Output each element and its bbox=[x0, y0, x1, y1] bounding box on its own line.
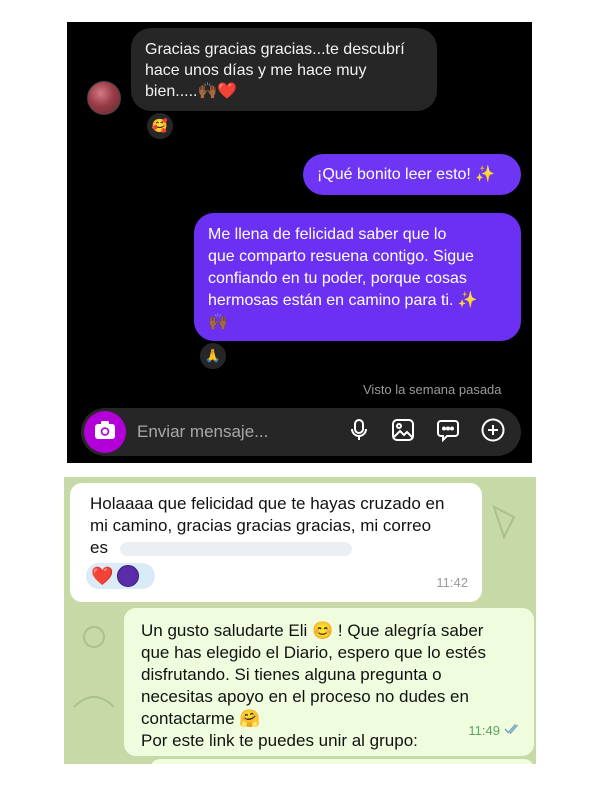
message-line: Holaaaa que felicidad que te hayas cruza… bbox=[90, 494, 445, 513]
message-line: contactarme 🤗 bbox=[141, 709, 261, 728]
message-input[interactable]: Enviar mensaje... bbox=[137, 408, 268, 456]
message-meta: 11:49 bbox=[468, 720, 522, 742]
message-text: ¡Qué bonito leer esto! ✨ bbox=[317, 166, 496, 183]
reaction-emoji: 🥰 bbox=[151, 118, 169, 133]
outgoing-message-bubble[interactable]: Me llena de felicidad saber que lo que c… bbox=[194, 213, 521, 341]
image-icon bbox=[391, 418, 415, 447]
reaction-emoji: 🙏 bbox=[204, 348, 222, 363]
message-line: hermosas están en camino para ti. ✨ bbox=[208, 292, 478, 309]
purple-circle-reaction bbox=[117, 565, 140, 587]
message-reaction[interactable]: 🥰 bbox=[145, 111, 175, 141]
camera-icon bbox=[94, 420, 116, 445]
microphone-button[interactable] bbox=[347, 418, 371, 447]
camera-button[interactable] bbox=[84, 411, 126, 453]
plus-icon bbox=[481, 418, 505, 447]
message-line: que has elegido el Diario, espero que lo… bbox=[141, 643, 486, 662]
message-line: hace unos días y me hace muy bbox=[145, 62, 367, 79]
message-line: Me llena de felicidad saber que lo bbox=[208, 226, 447, 243]
message-line: necesitas apoyo en el proceso no dudes e… bbox=[141, 687, 469, 706]
message-line: disfrutando. Si tienes alguna pregunta o bbox=[141, 665, 442, 684]
message-reaction[interactable]: 🙏 bbox=[198, 341, 228, 371]
message-line: mi camino, gracias gracias gracias, mi c… bbox=[90, 516, 432, 535]
message-line: confiando en tu poder, porque cosas bbox=[208, 270, 467, 287]
heart-reaction: ❤️ bbox=[91, 566, 114, 586]
message-composer: Enviar mensaje... bbox=[81, 408, 521, 456]
seen-status: Visto la semana pasada bbox=[363, 382, 502, 397]
message-line: que comparto resuena contigo. Sigue bbox=[208, 248, 474, 265]
outgoing-message-bubble[interactable]: Un gusto saludarte Eli 😊 ! Que alegría s… bbox=[124, 608, 534, 756]
sticker-icon bbox=[436, 418, 460, 447]
message-reactions[interactable]: ❤️ bbox=[86, 563, 155, 589]
outgoing-message-bubble[interactable]: ¡Qué bonito leer esto! ✨ bbox=[303, 154, 521, 195]
double-check-icon bbox=[504, 720, 522, 742]
whatsapp-chat-panel: Holaaaa que felicidad que te hayas cruza… bbox=[64, 477, 536, 764]
message-timestamp: 11:49 bbox=[468, 723, 500, 738]
more-options-button[interactable] bbox=[481, 418, 505, 447]
message-line: Un gusto saludarte Eli 😊 ! Que alegría s… bbox=[141, 621, 484, 640]
microphone-icon bbox=[349, 418, 369, 447]
message-line: 🙌🏾 bbox=[208, 314, 228, 331]
message-line: Por este link te puedes unir al grupo: bbox=[141, 731, 418, 750]
contact-avatar[interactable] bbox=[87, 81, 121, 115]
message-line: es bbox=[90, 538, 108, 557]
next-message-bubble bbox=[150, 759, 534, 764]
message-line: Gracias gracias gracias...te descubrí bbox=[145, 41, 405, 58]
incoming-message-bubble[interactable]: Gracias gracias gracias...te descubrí ha… bbox=[131, 28, 437, 111]
message-line: bien.....🙌🏾❤️ bbox=[145, 83, 238, 100]
instagram-chat-panel: Gracias gracias gracias...te descubrí ha… bbox=[67, 22, 532, 463]
sticker-button[interactable] bbox=[436, 418, 460, 447]
gallery-button[interactable] bbox=[391, 418, 415, 447]
message-timestamp: 11:42 bbox=[436, 575, 468, 590]
redacted-email bbox=[119, 541, 352, 556]
